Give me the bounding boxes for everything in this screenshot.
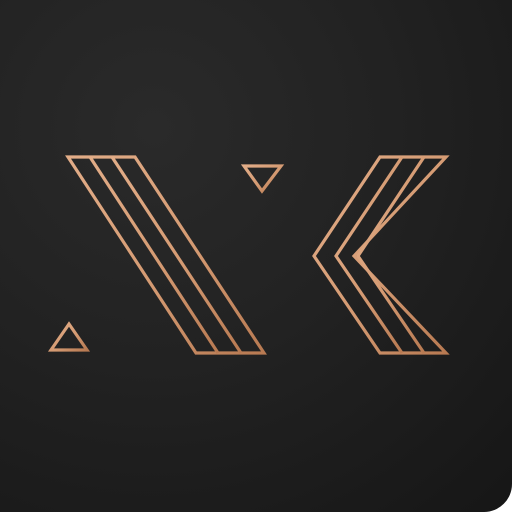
small-triangle-down	[240, 164, 285, 194]
app-icon	[0, 0, 512, 512]
small-triangle-up	[47, 321, 91, 352]
right-chevron-shape	[312, 155, 450, 355]
left-diagonal-band	[65, 155, 267, 355]
geometric-lines-logo-icon	[47, 155, 450, 355]
